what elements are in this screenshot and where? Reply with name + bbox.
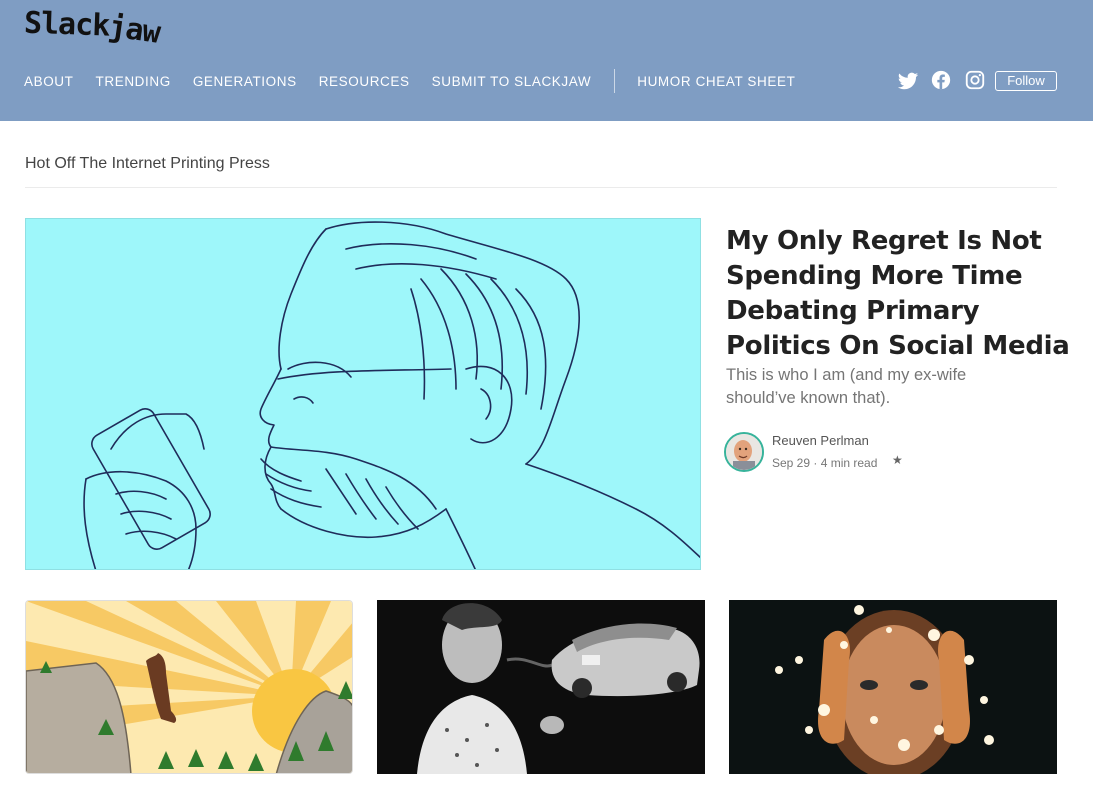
article-card-2[interactable] xyxy=(377,600,705,774)
author-avatar[interactable] xyxy=(724,432,764,472)
post-meta: Sep 29 · 4 min read xyxy=(772,456,878,470)
section-title: Hot Off The Internet Printing Press xyxy=(25,155,270,172)
instagram-icon[interactable] xyxy=(964,69,986,91)
article-card-3[interactable] xyxy=(729,600,1057,774)
follow-button[interactable]: Follow xyxy=(995,71,1057,91)
section-divider xyxy=(25,187,1057,188)
author-photo xyxy=(726,434,762,470)
member-star-icon: ★ xyxy=(892,453,903,467)
author-name[interactable]: Reuven Perlman xyxy=(772,433,869,448)
nav-generations[interactable]: GENERATIONS xyxy=(193,74,297,89)
man-with-phone-illustration xyxy=(83,221,700,569)
nav-submit[interactable]: SUBMIT TO SLACKJAW xyxy=(432,74,592,89)
main-nav: ABOUT TRENDING GENERATIONS RESOURCES SUB… xyxy=(24,69,817,93)
featured-title[interactable]: My Only Regret Is Not Spending More Time… xyxy=(726,224,1071,364)
nav-trending[interactable]: TRENDING xyxy=(96,74,171,89)
featured-subtitle: This is who I am (and my ex-wife should’… xyxy=(726,366,967,407)
man-smoking-photo xyxy=(377,600,705,774)
featured-image[interactable] xyxy=(25,218,701,570)
site-logo[interactable]: Slackjaw xyxy=(23,6,162,51)
nav-humor-cheat-sheet[interactable]: HUMOR CHEAT SHEET xyxy=(637,74,795,89)
site-header: Slackjaw ABOUT TRENDING GENERATIONS RESO… xyxy=(0,0,1093,121)
nav-about[interactable]: ABOUT xyxy=(24,74,74,89)
woman-lights-photo xyxy=(729,600,1057,774)
sunrise-illustration xyxy=(26,601,352,773)
twitter-icon[interactable] xyxy=(897,70,919,92)
nav-resources[interactable]: RESOURCES xyxy=(319,74,410,89)
facebook-icon[interactable] xyxy=(930,69,952,91)
article-card-1[interactable] xyxy=(25,600,353,774)
nav-divider xyxy=(614,69,616,93)
